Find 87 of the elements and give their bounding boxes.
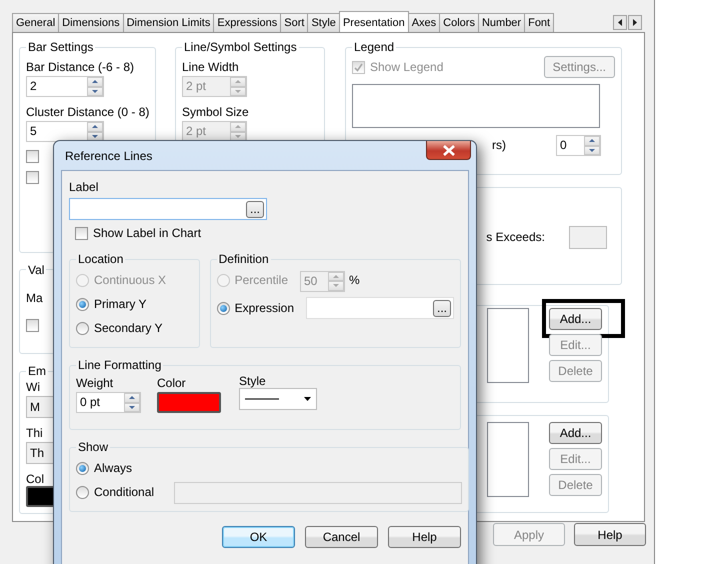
field-label: s Exceeds:: [486, 230, 545, 244]
field-label: Cluster Distance (0 - 8): [26, 105, 150, 119]
spin-up-button[interactable]: [584, 136, 600, 146]
spin-up-button[interactable]: [87, 77, 103, 86]
tab[interactable]: Colors: [439, 13, 479, 32]
tab[interactable]: Font: [524, 13, 554, 32]
field-label: Line Width: [182, 60, 239, 74]
spin-field[interactable]: 2: [26, 76, 104, 97]
radio-button[interactable]: [76, 322, 89, 334]
field-label: Bar Distance (-6 - 8): [26, 60, 134, 74]
field-label: Ma: [26, 290, 43, 305]
group-title: Definition: [218, 252, 270, 266]
field-label: Thi: [26, 426, 43, 440]
group-title: Line/Symbol Settings: [183, 40, 298, 54]
close-icon: [442, 144, 456, 156]
solid-line-icon: [245, 398, 279, 400]
tab[interactable]: General: [12, 13, 60, 32]
group-title: Legend: [353, 40, 396, 54]
field-label: Col: [26, 472, 44, 486]
spin-field[interactable]: 0: [556, 135, 601, 156]
radio-button[interactable]: [76, 486, 89, 498]
scroll-right-button[interactable]: [628, 15, 642, 30]
radio-label: Expression: [234, 301, 294, 315]
action-button[interactable]: Add...: [549, 422, 602, 444]
unit-label: %: [349, 273, 360, 287]
field-label: Label: [69, 180, 98, 194]
checkbox[interactable]: [26, 150, 39, 163]
window-title: Reference Lines: [65, 148, 152, 162]
group-title: Show: [77, 440, 110, 454]
radio-label: Continuous X: [94, 273, 166, 287]
group-title: Em: [27, 364, 47, 378]
line-style-dropdown[interactable]: [239, 388, 317, 410]
close-button[interactable]: [426, 141, 471, 160]
dialog-button[interactable]: Help: [574, 523, 646, 546]
group-title: Location: [77, 252, 124, 266]
radio-label: Always: [94, 461, 132, 475]
tab[interactable]: Presentation: [338, 11, 409, 32]
dialog-button[interactable]: OK: [222, 526, 295, 548]
tab[interactable]: Number: [478, 13, 526, 32]
list-box[interactable]: [487, 308, 529, 383]
field-label: Color: [157, 376, 186, 390]
tab[interactable]: Style: [307, 13, 340, 32]
tab[interactable]: Dimensions: [58, 13, 124, 32]
tab[interactable]: Axes: [408, 13, 440, 32]
label-input-field[interactable]: ...: [69, 198, 267, 220]
field-label: Style: [239, 374, 266, 388]
condition-field[interactable]: [174, 482, 462, 504]
radio-button[interactable]: [216, 302, 230, 314]
radio-button[interactable]: [76, 298, 89, 310]
dialog-button[interactable]: Cancel: [305, 526, 378, 548]
field-label: Wi: [26, 380, 40, 394]
browse-button[interactable]: ...: [433, 300, 451, 316]
checkbox-label: Show Label in Chart: [93, 226, 202, 240]
radio-label: Secondary Y: [94, 321, 162, 335]
caret-icon: [304, 397, 311, 401]
field-label: Symbol Size: [182, 105, 249, 119]
checkbox[interactable]: [26, 318, 39, 332]
scroll-left-button[interactable]: [613, 15, 627, 30]
group-title: Line Formatting: [77, 358, 162, 372]
checkbox[interactable]: [75, 226, 88, 240]
radio-button[interactable]: [76, 462, 89, 474]
tab[interactable]: Sort: [280, 13, 308, 32]
checkbox-label: Show Legend: [370, 60, 444, 74]
field-label: Weight: [76, 376, 114, 390]
field-label: rs): [492, 138, 506, 152]
list-box[interactable]: [487, 422, 529, 497]
right-arrow-icon: [633, 19, 637, 26]
radio-label: Percentile: [234, 273, 288, 287]
dialog-button[interactable]: Help: [388, 526, 461, 548]
input-field[interactable]: [569, 226, 607, 249]
group-title: Val: [27, 262, 46, 277]
action-button[interactable]: Add...: [549, 308, 602, 330]
radio-label: Conditional: [94, 485, 154, 499]
color-swatch[interactable]: [157, 392, 221, 413]
group-title: Bar Settings: [27, 40, 94, 54]
left-arrow-icon: [618, 19, 622, 26]
browse-button[interactable]: ...: [246, 200, 264, 218]
legend-list-box[interactable]: [352, 84, 600, 128]
spin-up-button[interactable]: [87, 122, 103, 132]
spin-field[interactable]: 5: [26, 121, 104, 142]
tab[interactable]: Expressions: [213, 13, 282, 32]
tab[interactable]: Dimension Limits: [122, 13, 214, 32]
radio-label: Primary Y: [94, 297, 146, 311]
spin-field[interactable]: 0 pt: [76, 392, 141, 413]
expression-input-field[interactable]: ...: [306, 297, 454, 319]
spin-up-button[interactable]: [124, 393, 140, 402]
checkbox[interactable]: [26, 171, 39, 184]
